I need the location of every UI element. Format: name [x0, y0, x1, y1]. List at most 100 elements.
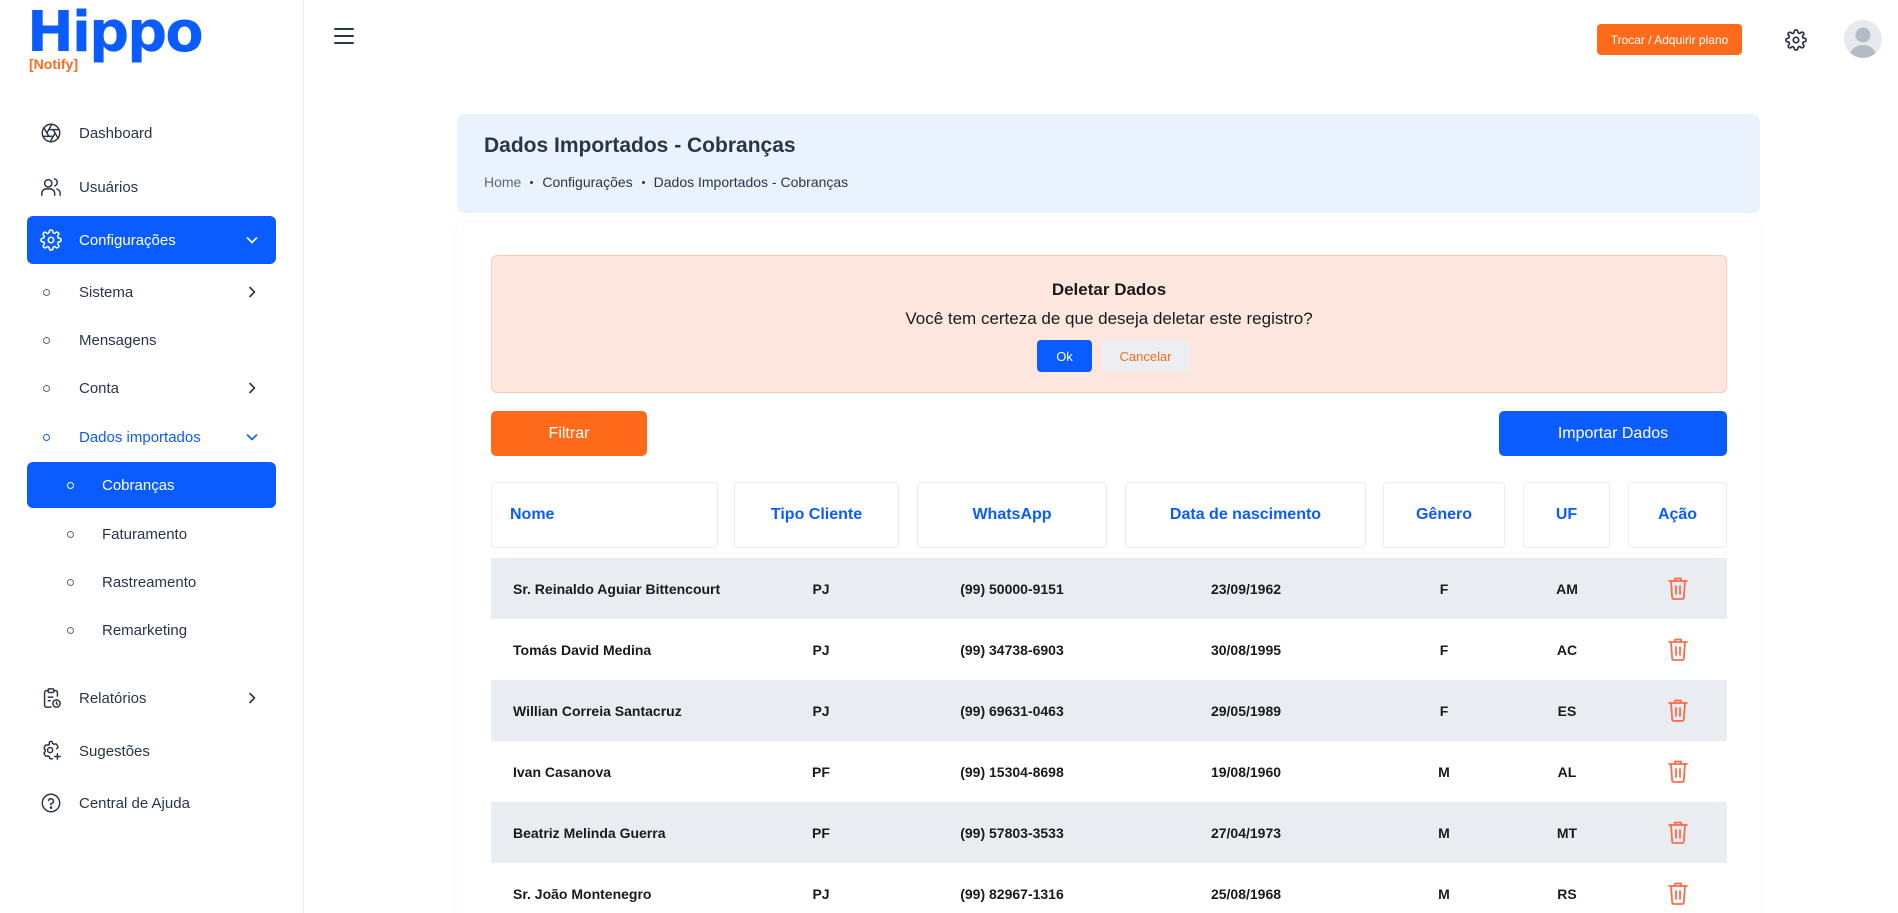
menu-toggle-icon[interactable]	[334, 28, 354, 44]
sidebar-item-label: Usuários	[79, 178, 139, 196]
cell-nome: Sr. Reinaldo Aguiar Bittencourt	[513, 580, 721, 597]
gear-icon	[39, 228, 63, 252]
cell-nome: Willian Correia Santacruz	[513, 702, 682, 719]
trash-icon[interactable]	[1667, 881, 1689, 905]
sidebar-subitem-conta[interactable]: Conta	[27, 365, 276, 411]
cell-data-nascimento: 30/08/1995	[1210, 641, 1282, 658]
cell-uf: AC	[1556, 641, 1578, 658]
page-header-card: Dados Importados - Cobranças Home Config…	[457, 114, 1760, 213]
bullet-icon	[67, 578, 74, 586]
column-header-data-nascimento[interactable]: Data de nascimento	[1125, 482, 1366, 548]
sidebar-item-dashboard[interactable]: Dashboard	[27, 109, 276, 157]
column-header-whatsapp[interactable]: WhatsApp	[917, 482, 1107, 548]
clipboard-clock-icon	[39, 686, 63, 710]
sidebar-subitem-label: Rastreamento	[102, 573, 197, 591]
table-row[interactable]: Beatriz Melinda Guerra PF (99) 57803-3533 2…	[491, 802, 1727, 863]
trash-icon[interactable]	[1667, 576, 1689, 600]
cell-nome: Ivan Casanova	[513, 763, 612, 780]
table-row[interactable]: Ivan Casanova PF (99) 15304-8698 19/08/1960…	[491, 741, 1727, 802]
sidebar-subitem-remarketing[interactable]: Remarketing	[27, 607, 276, 653]
breadcrumb-home-link[interactable]: Home	[484, 174, 521, 190]
cell-uf: RS	[1557, 885, 1577, 902]
cell-whatsapp: (99) 57803-3533	[960, 824, 1064, 841]
sidebar-item-label: Sugestões	[79, 742, 150, 760]
sidebar-item-relatorios[interactable]: Relatórios	[27, 674, 276, 722]
sidebar-item-configuracoes[interactable]: Configurações	[27, 216, 276, 264]
column-header-acao: Ação	[1628, 482, 1727, 548]
alert-message: Você tem certeza de que deseja deletar e…	[905, 309, 1313, 328]
bullet-icon	[43, 288, 50, 296]
sidebar-item-label: Dashboard	[79, 124, 153, 142]
cell-tipo-cliente: PJ	[812, 702, 830, 719]
trash-icon[interactable]	[1667, 698, 1689, 722]
column-header-nome[interactable]: Nome	[491, 482, 718, 548]
change-plan-button[interactable]: Trocar / Adquirir plano	[1597, 24, 1742, 55]
sidebar-subitem-label: Remarketing	[102, 621, 188, 639]
sidebar-item-central-de-ajuda[interactable]: Central de Ajuda	[27, 779, 276, 827]
cell-whatsapp: (99) 69631-0463	[960, 702, 1064, 719]
cell-nome: Beatriz Melinda Guerra	[513, 824, 666, 841]
sidebar-item-label: Configurações	[79, 231, 176, 249]
cell-whatsapp: (99) 50000-9151	[960, 580, 1064, 597]
confirm-ok-button[interactable]: Ok	[1037, 340, 1092, 372]
column-header-uf[interactable]: UF	[1523, 482, 1610, 548]
cell-tipo-cliente: PF	[812, 824, 830, 841]
sidebar-subitem-label: Conta	[79, 379, 120, 397]
column-header-tipo-cliente[interactable]: Tipo Cliente	[734, 482, 899, 548]
breadcrumb-current: Dados Importados - Cobranças	[653, 174, 849, 190]
table-row[interactable]: Tomás David Medina PJ (99) 34738-6903 30/08…	[491, 619, 1727, 680]
table-row[interactable]: Sr. Reinaldo Aguiar Bittencourt PJ (99) 50…	[491, 558, 1727, 619]
sidebar-subitem-dados-importados[interactable]: Dados importados	[27, 414, 276, 460]
import-data-button[interactable]: Importar Dados	[1499, 411, 1727, 456]
column-header-genero[interactable]: Gênero	[1383, 482, 1505, 548]
sidebar-item-label: Central de Ajuda	[79, 794, 190, 812]
cell-nome: Sr. João Montenegro	[513, 885, 652, 902]
filter-button[interactable]: Filtrar	[491, 411, 647, 456]
chevron-down-icon	[244, 232, 260, 248]
sidebar-subitem-label: Cobranças	[102, 476, 175, 494]
users-icon	[39, 175, 63, 199]
user-avatar[interactable]	[1844, 20, 1882, 58]
trash-icon[interactable]	[1667, 759, 1689, 783]
sidebar-subitem-label: Mensagens	[79, 331, 157, 349]
cell-data-nascimento: 27/04/1973	[1210, 824, 1282, 841]
sidebar-subitem-cobrancas[interactable]: Cobranças	[27, 462, 276, 508]
cell-uf: ES	[1557, 702, 1577, 719]
cell-tipo-cliente: PJ	[812, 885, 830, 902]
app-root: Hippo [Notify] Dashboard Usuários Config…	[0, 0, 1898, 913]
logo-subtext: [Notify]	[29, 56, 78, 72]
sidebar-subitem-faturamento[interactable]: Faturamento	[27, 511, 276, 557]
cell-uf: MT	[1556, 824, 1578, 841]
sidebar-item-label: Relatórios	[79, 689, 147, 707]
sidebar-item-usuarios[interactable]: Usuários	[27, 163, 276, 211]
cell-nome: Tomás David Medina	[513, 641, 652, 658]
sidebar-subitem-mensagens[interactable]: Mensagens	[27, 317, 276, 363]
delete-confirm-alert: Deletar Dados Você tem certeza de que de…	[491, 255, 1727, 393]
sidebar-item-sugestoes[interactable]: Sugestões	[27, 727, 276, 775]
cell-whatsapp: (99) 82967-1316	[960, 885, 1064, 902]
cell-tipo-cliente: PJ	[812, 641, 830, 658]
alert-title: Deletar Dados	[1051, 280, 1167, 299]
breadcrumb: Home Configurações Dados Importados - Co…	[484, 174, 848, 190]
sidebar-subitem-rastreamento[interactable]: Rastreamento	[27, 559, 276, 605]
settings-gear-icon[interactable]	[1785, 29, 1807, 51]
cell-data-nascimento: 29/05/1989	[1210, 702, 1282, 719]
breadcrumb-configuracoes[interactable]: Configurações	[542, 174, 632, 190]
bullet-icon	[43, 384, 50, 392]
help-circle-icon	[39, 791, 63, 815]
cell-data-nascimento: 25/08/1968	[1210, 885, 1282, 902]
table-row[interactable]: Sr. João Montenegro PJ (99) 82967-1316 25/0…	[491, 863, 1727, 913]
trash-icon[interactable]	[1667, 820, 1689, 844]
cell-whatsapp: (99) 34738-6903	[960, 641, 1064, 658]
trash-icon[interactable]	[1667, 637, 1689, 661]
cell-genero: F	[1439, 641, 1449, 658]
page-title: Dados Importados - Cobranças	[484, 134, 796, 157]
table-row[interactable]: Willian Correia Santacruz PJ (99) 69631-04…	[491, 680, 1727, 741]
cell-whatsapp: (99) 15304-8698	[960, 763, 1064, 780]
bullet-icon	[67, 626, 74, 634]
sidebar-subitem-sistema[interactable]: Sistema	[27, 269, 276, 315]
hippo-notify-logo[interactable]: Hippo [Notify]	[27, 0, 207, 76]
cancel-button[interactable]: Cancelar	[1102, 340, 1189, 372]
cell-genero: M	[1438, 885, 1450, 902]
sidebar: Hippo [Notify] Dashboard Usuários Config…	[0, 0, 304, 913]
